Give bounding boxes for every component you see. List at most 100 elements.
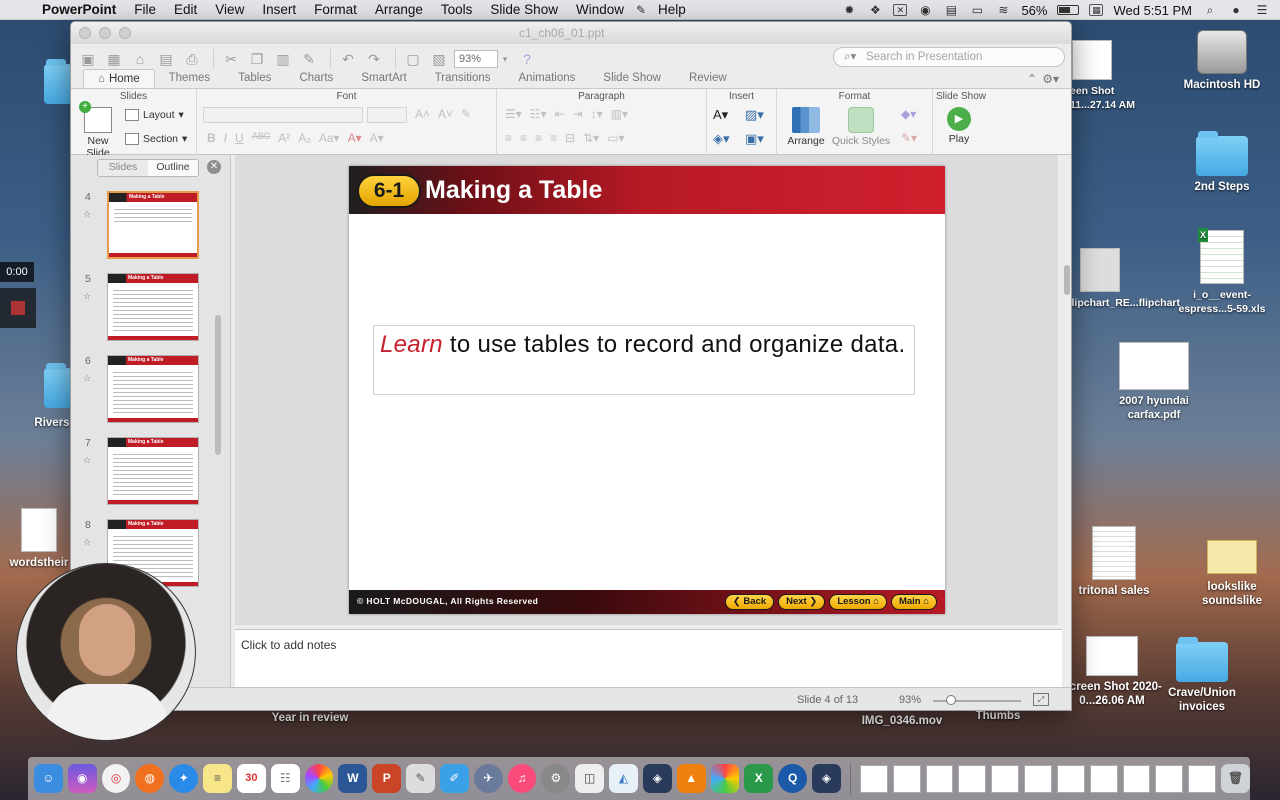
dock-file-icon[interactable] bbox=[958, 764, 987, 793]
show-hide-icon[interactable]: ▧ bbox=[428, 49, 450, 69]
arrange-button[interactable]: Arrange bbox=[783, 107, 829, 147]
menu-slide-show[interactable]: Slide Show bbox=[481, 2, 567, 17]
script-editor-icon[interactable]: ✎ bbox=[406, 764, 435, 793]
help-icon[interactable]: ? bbox=[516, 49, 538, 69]
desktop-icon-crave-union[interactable]: Crave/Union invoices bbox=[1160, 637, 1244, 714]
text-effects-icon[interactable]: A▾ bbox=[370, 131, 384, 145]
printer-icon[interactable]: ▤ bbox=[943, 3, 959, 17]
calendar-icon[interactable]: 30 bbox=[236, 764, 266, 793]
spotlight-search-icon[interactable]: ⌕ bbox=[1202, 3, 1218, 17]
tab-transitions[interactable]: Transitions bbox=[421, 69, 505, 88]
screenshot-app-icon[interactable]: ◫ bbox=[575, 764, 605, 793]
play-button[interactable]: ▶ Play bbox=[939, 107, 979, 145]
thumbnail-image[interactable]: Making a Table bbox=[107, 191, 199, 259]
notes-app-icon[interactable]: ≡ bbox=[203, 764, 232, 793]
font-name-field[interactable] bbox=[203, 107, 363, 123]
screen-recorder-icon[interactable]: ◈ bbox=[812, 764, 841, 793]
subscript-icon[interactable]: A₂ bbox=[298, 131, 311, 145]
folder-icon-partial[interactable] bbox=[44, 363, 72, 408]
tab-smartart[interactable]: SmartArt bbox=[347, 69, 420, 88]
ribbon-settings-gear-icon[interactable]: ⚙▾ bbox=[1042, 72, 1059, 86]
undo-icon[interactable]: ↶ bbox=[337, 49, 359, 69]
slide-body-textbox[interactable]: Learn to use tables to record and organi… bbox=[373, 325, 915, 395]
text-box-icon[interactable]: A▾ bbox=[713, 107, 728, 123]
zoom-dropdown-icon[interactable]: ▾ bbox=[498, 49, 512, 69]
word-icon[interactable]: W bbox=[338, 764, 368, 793]
new-slide-button[interactable]: New Slide bbox=[75, 101, 121, 159]
zoom-slider[interactable] bbox=[933, 695, 1021, 705]
distribute-icon[interactable]: ⊟ bbox=[565, 131, 575, 145]
dock-file-icon[interactable] bbox=[1089, 764, 1118, 793]
next-button[interactable]: Next ❯ bbox=[778, 594, 826, 610]
format-painter-icon[interactable]: ✎ bbox=[298, 49, 320, 69]
templates-icon[interactable]: ▦ bbox=[103, 49, 125, 69]
firefox-icon[interactable]: ◍ bbox=[135, 764, 165, 793]
bold-icon[interactable]: B bbox=[207, 131, 216, 145]
desktop-icon-xls[interactable]: i_o__event-espress...5-59.xls bbox=[1170, 228, 1274, 316]
tab-animations[interactable]: Animations bbox=[505, 69, 590, 88]
redo-icon[interactable]: ↷ bbox=[363, 49, 385, 69]
close-status-icon[interactable]: ✕ bbox=[893, 4, 908, 16]
dock-file-icon[interactable] bbox=[1056, 764, 1085, 793]
back-button[interactable]: ❮ Back bbox=[724, 594, 775, 610]
dock-file-icon[interactable] bbox=[1155, 764, 1184, 793]
reminders-icon[interactable]: ☷ bbox=[270, 764, 300, 793]
main-button[interactable]: Main ⌂ bbox=[890, 594, 937, 610]
thumbnail-image[interactable]: Making a Table bbox=[107, 273, 199, 341]
save-icon[interactable]: ▤ bbox=[155, 49, 177, 69]
italic-icon[interactable]: I bbox=[224, 131, 227, 145]
superscript-icon[interactable]: A² bbox=[278, 131, 290, 145]
vlc-icon[interactable]: ▲ bbox=[676, 764, 706, 793]
safari-icon[interactable]: ✦ bbox=[169, 764, 199, 793]
desktop-icon-year-in-review[interactable]: Year in review bbox=[262, 711, 358, 725]
dock-file-icon[interactable] bbox=[1188, 764, 1217, 793]
dropbox-icon[interactable]: ❖ bbox=[867, 3, 883, 17]
picture-icon[interactable]: ▨▾ bbox=[745, 107, 764, 123]
menu-app-name[interactable]: PowerPoint bbox=[38, 2, 125, 17]
underline-icon[interactable]: U bbox=[235, 131, 244, 145]
quicktime-player-icon[interactable]: Q bbox=[778, 764, 808, 793]
menu-window[interactable]: Window bbox=[567, 2, 633, 17]
battery-icon[interactable] bbox=[1057, 5, 1080, 15]
minimize-window-button[interactable] bbox=[99, 27, 111, 39]
menu-arrange[interactable]: Arrange bbox=[366, 2, 432, 17]
grow-font-icon[interactable]: A˄ bbox=[415, 107, 430, 121]
record-control[interactable] bbox=[0, 288, 36, 328]
zoom-window-button[interactable] bbox=[119, 27, 131, 39]
slide-scrollbar[interactable] bbox=[1062, 155, 1071, 625]
lesson-button[interactable]: Lesson ⌂ bbox=[829, 594, 887, 610]
dock-file-icon[interactable] bbox=[991, 764, 1020, 793]
close-panel-icon[interactable]: ✕ bbox=[207, 160, 221, 174]
tab-home[interactable]: ⌂ Home bbox=[83, 69, 155, 88]
align-center-icon[interactable]: ≡ bbox=[520, 131, 527, 145]
tab-review[interactable]: Review bbox=[675, 69, 741, 88]
print-icon[interactable]: ⎙ bbox=[181, 49, 203, 69]
justify-icon[interactable]: ≡ bbox=[550, 131, 557, 145]
paste-icon[interactable]: ▥ bbox=[272, 49, 294, 69]
open-folder-icon[interactable]: ⌂ bbox=[129, 49, 151, 69]
thumbnail-image[interactable]: Making a Table bbox=[107, 437, 199, 505]
slide-title[interactable]: Making a Table bbox=[425, 176, 602, 204]
current-slide[interactable]: 6-1 Making a Table Learn to use tables t… bbox=[349, 166, 945, 614]
trash-icon[interactable]: 🗑 bbox=[1221, 764, 1250, 793]
menu-view[interactable]: View bbox=[206, 2, 253, 17]
clear-format-icon[interactable]: ✎ bbox=[461, 107, 471, 121]
gear-status-icon[interactable]: ✹ bbox=[841, 3, 857, 17]
font-size-field[interactable] bbox=[367, 107, 407, 123]
desktop-icon-2nd-steps[interactable]: 2nd Steps bbox=[1180, 131, 1264, 194]
columns-icon[interactable]: ▥▾ bbox=[611, 107, 628, 121]
siri-dock-icon[interactable]: ◉ bbox=[67, 764, 97, 793]
tab-charts[interactable]: Charts bbox=[285, 69, 347, 88]
dock-file-icon[interactable] bbox=[859, 764, 888, 793]
excel-icon[interactable]: X bbox=[744, 764, 774, 793]
airplay-icon[interactable]: ▭ bbox=[969, 3, 985, 17]
search-field[interactable]: ⌕▾ Search in Presentation bbox=[833, 47, 1065, 67]
shape-fill-icon[interactable]: ◆▾ bbox=[901, 107, 916, 121]
align-left-icon[interactable]: ≡ bbox=[505, 131, 512, 145]
tab-slide-show[interactable]: Slide Show bbox=[589, 69, 675, 88]
zoom-field[interactable]: 93% bbox=[454, 50, 498, 68]
crossover-icon[interactable] bbox=[710, 764, 740, 793]
desktop-icon-flipchart[interactable]: flipchart_RE...flipchart bbox=[1068, 248, 1180, 310]
desktop-icon-screenshot-partial[interactable]: een Shot 11...27.14 AM bbox=[1070, 40, 1135, 112]
desktop-icon-lookslike[interactable]: lookslike soundslike bbox=[1190, 540, 1274, 608]
